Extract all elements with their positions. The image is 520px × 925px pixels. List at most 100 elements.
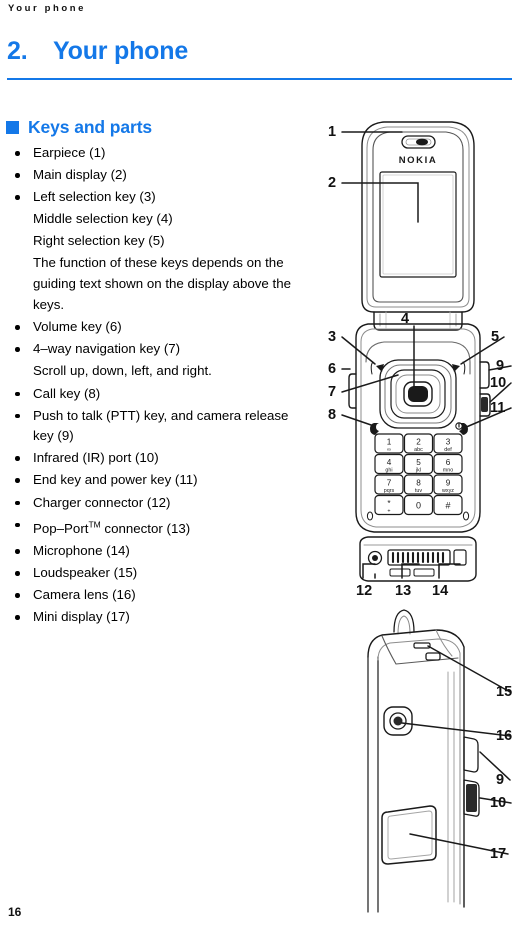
bullet-dot-icon	[15, 593, 20, 598]
callout-number-2: 2	[328, 175, 337, 191]
list-item-label: Charger connector (12)	[33, 494, 171, 510]
bullet-dot-icon	[15, 500, 20, 506]
callout-number-13: 13	[395, 583, 412, 599]
callout-number-7: 7	[328, 384, 337, 400]
list-item: Scroll up, down, left, and right.	[8, 361, 298, 382]
list-item: Mini display (17)	[8, 607, 298, 628]
list-item-label: Middle selection key (4)	[33, 211, 173, 227]
bullet-dot-icon	[15, 571, 20, 576]
list-item-label: Call key (8)	[33, 385, 101, 401]
list-item-label: Microphone (14)	[33, 543, 130, 559]
callout-number-15: 15	[496, 684, 513, 700]
list-item-label: Push to talk (PTT) key, and camera relea…	[33, 407, 289, 444]
callout-number-12: 12	[356, 583, 373, 599]
keypad-key-digit: 1	[387, 438, 392, 447]
running-header: Your phone	[8, 3, 87, 14]
keypad-key-letters: abc	[414, 447, 423, 453]
callout-number-3: 3	[328, 329, 337, 345]
callout-number-9b: 9	[496, 772, 505, 788]
list-item-label: Main display (2)	[33, 167, 127, 183]
list-item-label: Earpiece (1)	[33, 145, 106, 160]
keypad-key-digit: 3	[446, 438, 451, 447]
keypad-key-letters: pqrs	[384, 488, 395, 494]
list-item: Loudspeaker (15)	[8, 563, 298, 584]
title-divider	[7, 78, 512, 80]
bullet-dot-icon	[15, 522, 20, 528]
page-title: 2. Your phone	[7, 37, 188, 66]
chapter-number: 2.	[7, 37, 28, 65]
bullet-dot-icon	[15, 615, 20, 620]
list-item-label: Infrared (IR) port (10)	[33, 450, 159, 466]
bullet-dot-icon	[15, 478, 20, 483]
list-item-label: Loudspeaker (15)	[33, 565, 138, 581]
callout-number-17: 17	[490, 846, 507, 862]
keypad-key-digit: 6	[446, 458, 451, 467]
list-item: Middle selection key (4)	[8, 209, 298, 230]
list-item: Microphone (14)	[8, 541, 298, 562]
callout-number-10b: 10	[490, 795, 507, 811]
callout-number-14: 14	[432, 583, 449, 599]
keypad-key-letters: wxyz	[441, 488, 454, 494]
bullet-dot-icon	[15, 195, 20, 200]
bullet-dot-icon	[15, 325, 20, 330]
list-item: Volume key (6)	[8, 317, 298, 338]
square-bullet-icon	[6, 121, 19, 134]
keys-and-parts-list: Earpiece (1) Main display (2) Left selecti…	[8, 143, 298, 629]
list-item-label: End key and power key (11)	[33, 472, 198, 488]
keypad-key-digit: 2	[416, 438, 421, 447]
list-item-label: 4–way navigation key (7)	[33, 341, 181, 357]
keypad-key-letters: jkl	[415, 468, 421, 474]
list-item: End key and power key (11)	[8, 470, 298, 491]
bullet-dot-icon	[15, 549, 20, 554]
bullet-dot-icon	[15, 456, 20, 461]
phone-illustration: NOKIA 1∞2abc3def4ghi5jkl6mno7pqrs8tuv9wx…	[341, 121, 512, 913]
bullet-dot-icon	[15, 173, 20, 178]
keypad-key-digit: 4	[387, 458, 392, 467]
list-item: Left selection key (3)	[8, 187, 298, 208]
callout-number-6: 6	[328, 361, 337, 377]
list-item: Main display (2)	[8, 165, 298, 186]
keypad-key-digit: *	[387, 499, 391, 508]
list-item: Push to talk (PTT) key, and camera relea…	[8, 406, 298, 447]
keypad-key-letters: ∞	[387, 447, 391, 453]
list-item-label: Mini display (17)	[33, 609, 130, 625]
callout-number-1: 1	[328, 124, 337, 140]
list-item-label: The function of these keys depends on th…	[33, 255, 291, 312]
list-item: Infrared (IR) port (10)	[8, 448, 298, 469]
keypad-key-digit: 5	[416, 458, 421, 467]
nokia-wordmark: NOKIA	[399, 155, 438, 166]
callout-number-11: 11	[490, 400, 506, 416]
callout-number-16: 16	[496, 728, 513, 744]
section-heading: Keys and parts	[6, 117, 152, 138]
keypad-key-letters: +	[387, 509, 390, 515]
keypad-key-digit: 0	[416, 501, 421, 511]
keypad-key-digit: 9	[446, 479, 451, 488]
list-item: Right selection key (5)	[8, 231, 298, 252]
list-item: The function of these keys depends on th…	[8, 253, 298, 315]
bullet-dot-icon	[15, 347, 20, 352]
list-item: Call key (8)	[8, 384, 298, 405]
section-heading-label: Keys and parts	[28, 117, 153, 137]
keypad-key-letters: def	[444, 447, 452, 453]
keypad-key-letters: mno	[443, 468, 454, 474]
list-item-label: Left selection key (3)	[33, 189, 156, 205]
bullet-dot-icon	[15, 391, 20, 397]
list-item: Camera lens (16)	[8, 585, 298, 606]
phone-diagram-figure: NOKIA 1 ∞ 2 abc 3 def 4 ghi 5 jkl 6 mno …	[318, 112, 518, 917]
list-item-label: Scroll up, down, left, and right.	[33, 363, 212, 379]
bullet-dot-icon	[15, 151, 20, 156]
callout-number-5: 5	[491, 329, 500, 345]
list-item: Pop–PortTM connector (13)	[8, 515, 298, 540]
keypad-key-digit: 7	[387, 479, 392, 488]
callout-number-4: 4	[401, 311, 410, 327]
keypad-key-digit: 8	[416, 479, 421, 488]
list-item-label: Volume key (6)	[33, 319, 122, 335]
list-item-label: Right selection key (5)	[33, 233, 165, 249]
callout-number-9: 9	[496, 358, 505, 374]
list-item: Charger connector (12)	[8, 493, 298, 514]
list-item-label: Camera lens (16)	[33, 587, 136, 603]
keypad-key-letters: ghi	[385, 468, 392, 474]
callout-number-8: 8	[328, 407, 337, 423]
keypad-key-letters: tuv	[415, 488, 422, 494]
list-item-label: Pop–PortTM connector (13)	[33, 519, 191, 537]
